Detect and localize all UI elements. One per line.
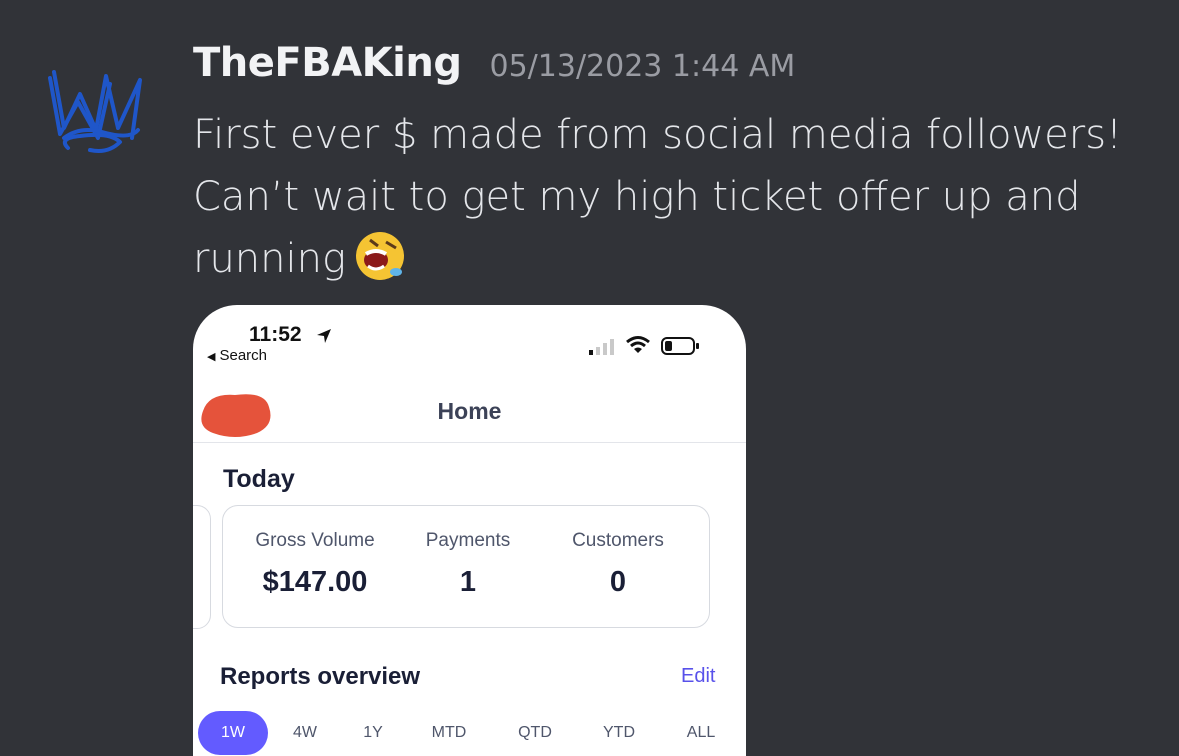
location-arrow-icon xyxy=(317,329,331,343)
message-timestamp: 05/13/2023 1:44 AM xyxy=(489,49,796,84)
battery-icon xyxy=(661,337,699,355)
back-to-search-link[interactable]: ◀ Search xyxy=(207,347,267,364)
back-label: Search xyxy=(219,347,267,364)
today-metrics-card[interactable]: Gross Volume $147.00 Payments 1 Customer… xyxy=(222,505,710,628)
range-chip-all[interactable]: ALL xyxy=(675,711,727,755)
status-time: 11:52 xyxy=(249,323,302,346)
laughing-crying-emoji-icon xyxy=(355,232,404,280)
range-chip-1w[interactable]: 1W xyxy=(198,711,268,755)
time-range-selector: 1W 4W 1Y MTD QTD YTD ALL xyxy=(193,711,746,755)
cellular-signal-icon xyxy=(589,339,614,355)
back-triangle-icon: ◀ xyxy=(207,351,216,363)
range-chip-4w[interactable]: 4W xyxy=(281,711,329,755)
metric-label: Payments xyxy=(425,530,511,551)
crown-icon[interactable] xyxy=(40,58,158,158)
nav-divider xyxy=(193,442,746,443)
message-line: First ever $ made from social media foll… xyxy=(193,112,1123,158)
range-chip-qtd[interactable]: QTD xyxy=(507,711,563,755)
nav-title: Home xyxy=(437,398,502,424)
wifi-icon xyxy=(626,336,650,353)
username[interactable]: TheFBAKing xyxy=(193,40,462,86)
payments-metric: Payments 1 xyxy=(413,530,523,599)
message-header: TheFBAKing 05/13/2023 1:44 AM xyxy=(193,40,795,86)
today-heading: Today xyxy=(223,465,295,493)
range-chip-1y[interactable]: 1Y xyxy=(351,711,395,755)
message-line-text: running xyxy=(193,236,346,282)
message-content: First ever $ made from social media foll… xyxy=(193,104,1173,290)
previous-card[interactable] xyxy=(193,505,211,629)
customers-metric: Customers 0 xyxy=(553,530,683,599)
metric-value: 1 xyxy=(459,566,477,598)
attached-image[interactable]: 11:52 ◀ Search Home Today Gross Volume $1… xyxy=(193,305,746,756)
range-chip-ytd[interactable]: YTD xyxy=(591,711,647,755)
metric-value: $147.00 xyxy=(262,566,368,598)
edit-button[interactable]: Edit xyxy=(681,665,715,688)
reports-overview-heading: Reports overview xyxy=(220,663,421,690)
metric-value: 0 xyxy=(609,566,627,598)
metric-label: Gross Volume xyxy=(255,530,375,551)
message-line: Can’t wait to get my high ticket offer u… xyxy=(193,174,1081,220)
gross-volume-metric: Gross Volume $147.00 xyxy=(245,530,385,599)
metric-label: Customers xyxy=(572,530,664,551)
range-chip-mtd[interactable]: MTD xyxy=(421,711,477,755)
message-line-last: running xyxy=(193,228,1173,290)
